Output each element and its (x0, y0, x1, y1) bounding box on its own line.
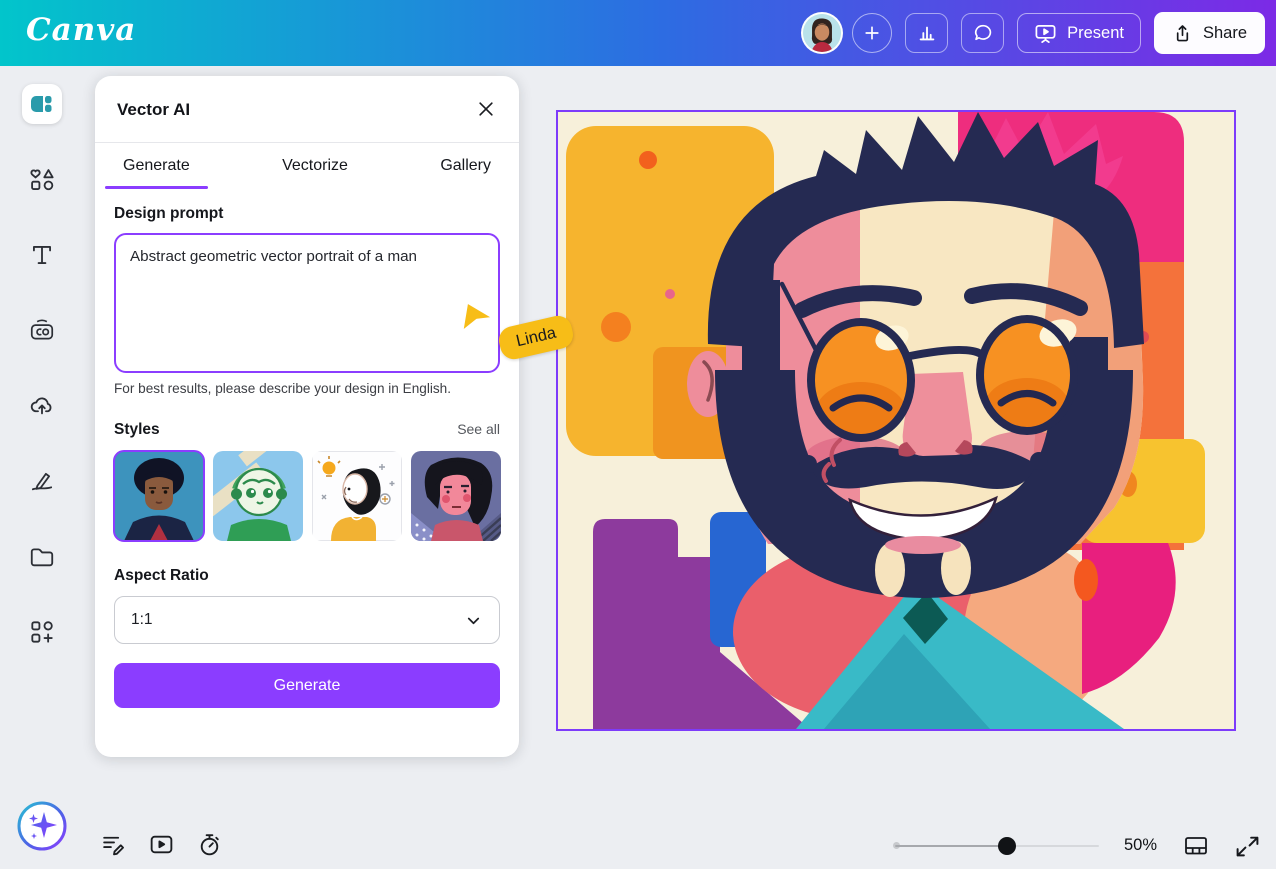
sidebar-item-elements[interactable] (22, 160, 62, 200)
share-button[interactable]: Share (1154, 12, 1265, 54)
ai-sparkle-icon (17, 801, 67, 851)
top-bar: Canva (0, 0, 1276, 66)
sidebar-item-draw[interactable] (22, 460, 62, 500)
style-1-image (114, 451, 204, 541)
comments-button[interactable] (961, 13, 1004, 53)
style-4-image (411, 451, 501, 541)
prompt-helper-text: For best results, please describe your d… (114, 381, 500, 396)
styles-label: Styles (114, 421, 160, 439)
tab-vectorize[interactable]: Vectorize (260, 143, 370, 189)
present-button[interactable]: Present (1017, 13, 1141, 53)
slider-fill (895, 845, 1007, 848)
tab-gallery[interactable]: Gallery (418, 143, 513, 189)
cursor-arrow-icon (458, 298, 498, 338)
design-canvas[interactable] (556, 110, 1236, 731)
sidebar-item-apps[interactable] (22, 612, 62, 652)
vector-ai-panel: Vector AI Generate Vectorize Gallery Des… (95, 76, 519, 757)
design-prompt-label: Design prompt (114, 205, 500, 223)
panel-tabs: Generate Vectorize Gallery (95, 143, 519, 189)
ai-assistant-button[interactable] (17, 801, 67, 851)
panel-title: Vector AI (117, 100, 497, 120)
panel-header: Vector AI (95, 76, 519, 143)
avatar-image (803, 14, 841, 52)
tool-sidebar (0, 66, 86, 869)
insights-button[interactable] (905, 13, 948, 53)
aspect-ratio-value: 1:1 (131, 611, 153, 629)
sidebar-item-text[interactable] (22, 235, 62, 275)
style-thumbnails (114, 451, 500, 541)
style-2-image (213, 451, 303, 541)
collaborator-cursor: Linda (458, 298, 498, 343)
video-play-icon (148, 831, 175, 858)
present-screen-icon (1034, 22, 1057, 45)
sidebar-item-design[interactable] (22, 84, 62, 124)
text-icon (28, 241, 56, 269)
sidebar-item-projects[interactable] (22, 537, 62, 577)
fullscreen-button[interactable] (1234, 832, 1261, 859)
style-thumbnail-green-anime[interactable] (213, 451, 303, 541)
comment-bubble-icon (972, 22, 994, 44)
aspect-ratio-label: Aspect Ratio (114, 567, 500, 585)
zoom-slider[interactable] (895, 833, 1099, 859)
plus-icon (861, 22, 883, 44)
see-all-link[interactable]: See all (457, 421, 500, 437)
bottom-right-toolbar: 50% (895, 832, 1261, 859)
video-button[interactable] (148, 831, 175, 858)
style-thumbnail-lineart-idea[interactable] (312, 451, 402, 541)
timer-button[interactable] (196, 831, 223, 858)
elements-icon (28, 166, 56, 194)
sidebar-item-uploads[interactable] (22, 385, 62, 425)
add-member-button[interactable] (852, 13, 892, 53)
sidebar-item-brand[interactable] (22, 310, 62, 350)
notes-pencil-icon (100, 831, 127, 858)
canva-editor: Canva (0, 0, 1276, 869)
share-upload-icon (1172, 23, 1193, 44)
canva-design-icon (28, 90, 56, 118)
style-3-image (312, 451, 402, 541)
close-icon (476, 99, 496, 119)
cloud-upload-icon (28, 391, 56, 419)
generate-button[interactable]: Generate (114, 663, 500, 708)
tab-generate[interactable]: Generate (101, 143, 212, 189)
panel-body: Design prompt Abstract geometric vector … (95, 205, 519, 708)
pages-view-button[interactable] (1182, 832, 1209, 859)
slider-thumb[interactable] (998, 837, 1016, 855)
apps-icon (28, 618, 56, 646)
close-button[interactable] (473, 96, 499, 122)
brand-icon (28, 316, 56, 344)
styles-header: Styles See all (114, 421, 500, 439)
pages-grid-icon (1183, 833, 1209, 859)
avatar[interactable] (801, 12, 843, 54)
timer-icon (196, 831, 223, 858)
share-label: Share (1203, 24, 1247, 43)
bar-chart-icon (916, 22, 938, 44)
folder-icon (28, 543, 56, 571)
chevron-down-icon (464, 611, 483, 630)
bottom-left-toolbar (100, 831, 223, 858)
generate-button-label: Generate (274, 677, 341, 695)
top-bar-actions: Present Share (801, 12, 1265, 54)
draw-pencil-icon (28, 466, 56, 494)
style-thumbnail-flat-vector[interactable] (411, 451, 501, 541)
canva-logo[interactable]: Canva (26, 12, 136, 48)
magic-write-button[interactable] (100, 831, 127, 858)
style-thumbnail-comic-portrait[interactable] (114, 451, 204, 541)
present-label: Present (1067, 24, 1124, 43)
design-prompt-input[interactable]: Abstract geometric vector portrait of a … (114, 233, 500, 373)
artwork-abstract-portrait (558, 112, 1234, 729)
aspect-ratio-select[interactable]: 1:1 (114, 596, 500, 644)
expand-icon (1235, 833, 1260, 858)
zoom-percent[interactable]: 50% (1124, 836, 1157, 855)
